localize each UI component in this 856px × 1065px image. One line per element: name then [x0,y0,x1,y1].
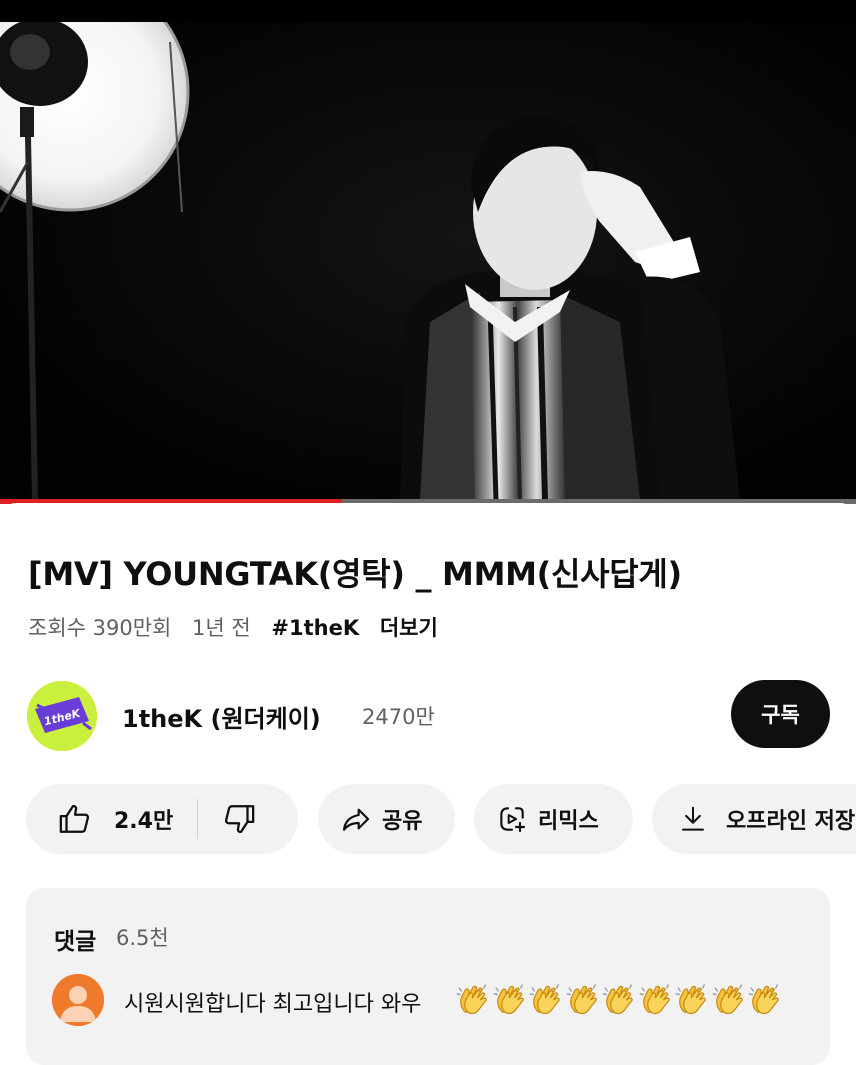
view-count: 조회수 390만회 [28,616,172,640]
video-meta[interactable]: 조회수 390만회 1년 전 #1theK 더보기 [28,612,452,642]
subscribe-button[interactable]: 구독 [731,680,830,748]
thumbs-down-icon [225,805,255,834]
offline-save-label: 오프라인 저장 [726,809,856,834]
video-title[interactable]: [MV] YOUNGTAK(영탁) _ MMM(신사답게) [28,549,682,595]
clapping-hands-icon [639,984,670,1015]
channel-avatar[interactable]: 1theK [27,681,97,751]
default-avatar-icon [52,974,104,1026]
remix-icon [500,807,526,833]
channel-logo: 1theK [27,681,97,751]
clapping-hands-icon [493,984,524,1015]
hashtag-link[interactable]: #1theK [271,616,359,640]
more-link[interactable]: 더보기 [380,616,438,640]
remix-label: 리믹스 [538,809,599,834]
like-count: 2.4만 [114,809,174,834]
comments-section[interactable]: 댓글 6.5천 시원시원합니다 최고입니다 와우 [26,888,830,1065]
video-player[interactable] [0,22,856,500]
clapping-hands-icon [566,984,597,1015]
top-comment-text: 시원시원합니다 최고입니다 와우 [124,992,422,1017]
channel-name[interactable]: 1theK (원더케이) [122,699,321,734]
thumbs-up-icon [59,804,90,833]
comments-title: 댓글 [54,929,97,955]
subscriber-count: 2470만 [362,705,435,729]
status-bar [0,0,856,22]
like-button[interactable]: 2.4만 [26,784,173,854]
clapping-hands-icon [675,984,706,1015]
download-icon [682,806,704,831]
clapping-hands-icon [529,984,560,1015]
commenter-avatar[interactable] [52,974,104,1026]
share-button[interactable]: 공유 [318,784,455,854]
offline-save-button[interactable]: 오프라인 저장 [652,784,856,854]
clapping-hands-icon [456,984,487,1015]
video-frame-image [0,22,856,500]
dislike-button[interactable] [198,784,256,854]
top-comment-emoji-row [455,982,784,1018]
remix-button[interactable]: 리믹스 [474,784,633,854]
clapping-hands-icon [712,984,743,1015]
clapping-hands-icon [602,984,633,1015]
share-label: 공유 [382,809,423,834]
clapping-hands-icon [748,984,779,1015]
comments-count: 6.5천 [116,926,169,950]
like-dislike-group: 2.4만 [26,784,298,854]
share-arrow-icon [342,808,370,831]
upload-age: 1년 전 [192,616,251,640]
